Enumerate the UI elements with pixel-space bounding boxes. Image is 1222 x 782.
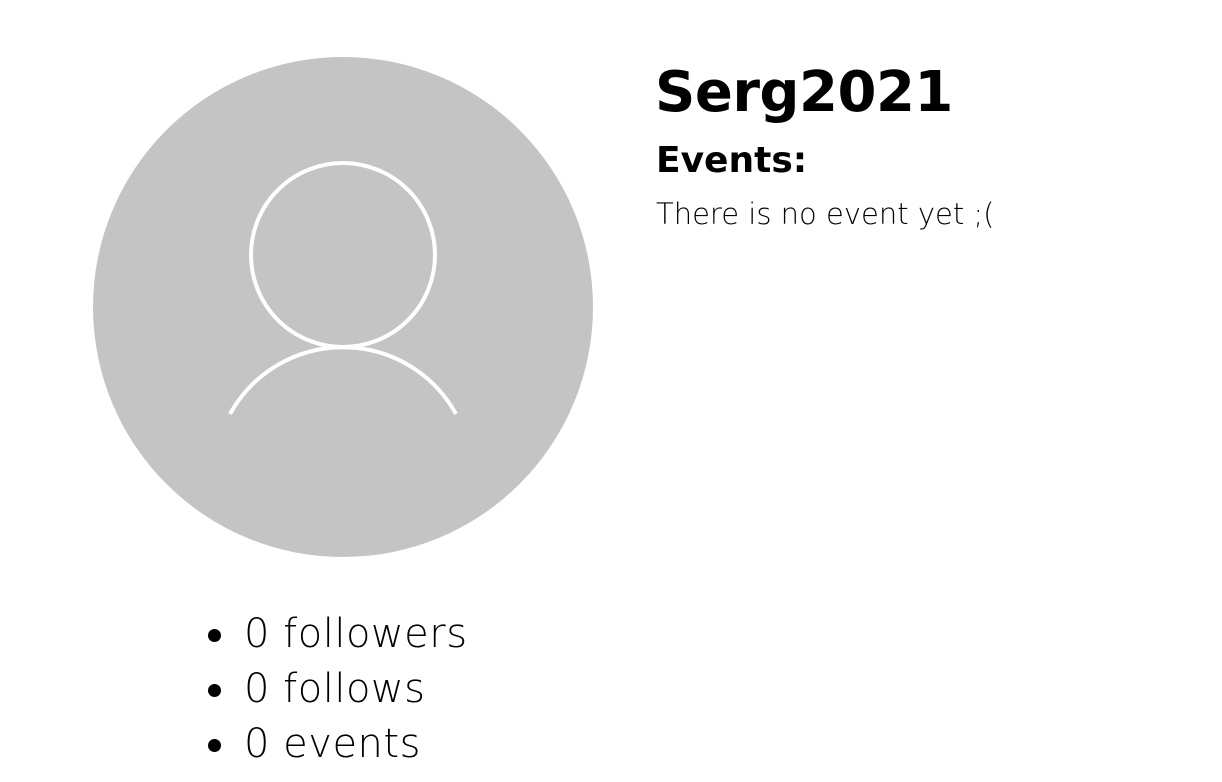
profile-stats-list: 0 followers 0 follows 0 events xyxy=(200,607,468,772)
stat-follows-label: 0 follows xyxy=(244,666,426,712)
stat-followers: 0 followers xyxy=(200,607,468,662)
bullet-icon xyxy=(208,739,221,752)
bullet-icon xyxy=(208,629,221,642)
events-heading: Events: xyxy=(656,140,808,181)
stat-events: 0 events xyxy=(200,717,468,772)
stat-followers-label: 0 followers xyxy=(244,611,468,657)
stat-events-label: 0 events xyxy=(244,721,421,767)
bullet-icon xyxy=(208,684,221,697)
events-empty-message: There is no event yet ;( xyxy=(656,197,995,231)
user-icon xyxy=(228,161,458,415)
avatar xyxy=(93,57,593,557)
profile-page: 0 followers 0 follows 0 events Serg2021 … xyxy=(0,0,1222,782)
stat-follows: 0 follows xyxy=(200,662,468,717)
username-title: Serg2021 xyxy=(655,60,953,125)
